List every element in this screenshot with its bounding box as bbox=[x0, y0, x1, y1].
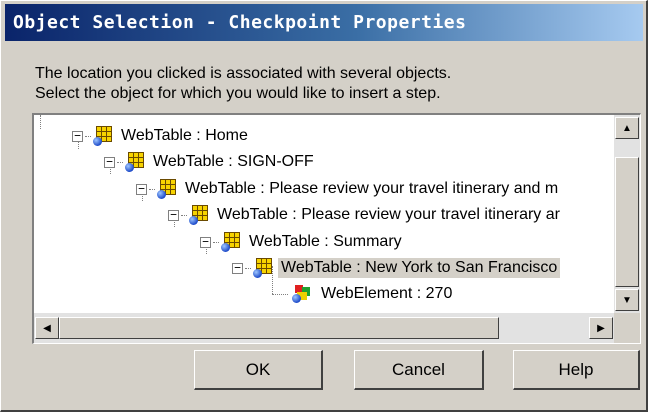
tree-node-webtable-home[interactable]: − WebTable : Home bbox=[72, 123, 251, 149]
instruction-line-1: The location you clicked is associated w… bbox=[35, 65, 452, 82]
collapse-icon[interactable]: − bbox=[200, 236, 211, 248]
tree-node-label-selected: WebTable : New York to San Francisco bbox=[278, 258, 561, 278]
scroll-right-button[interactable]: ▶ bbox=[589, 317, 613, 339]
tree-view: − WebTable : Home − WebTable : SIGN-OFF … bbox=[34, 115, 614, 311]
collapse-icon[interactable]: − bbox=[104, 156, 115, 168]
down-arrow-icon: ▼ bbox=[622, 294, 632, 306]
collapse-icon[interactable]: − bbox=[72, 130, 83, 142]
webelement-icon bbox=[290, 284, 312, 304]
tree-node-label: WebTable : Home bbox=[121, 127, 248, 144]
up-arrow-icon: ▲ bbox=[622, 122, 632, 134]
cancel-button[interactable]: Cancel bbox=[354, 350, 484, 390]
webtable-icon bbox=[93, 126, 113, 146]
horizontal-scroll-thumb[interactable] bbox=[59, 317, 499, 339]
webtable-icon bbox=[253, 258, 273, 278]
left-arrow-icon: ◀ bbox=[43, 322, 51, 334]
collapse-icon[interactable]: − bbox=[136, 183, 147, 195]
help-button[interactable]: Help bbox=[513, 350, 640, 390]
right-arrow-icon: ▶ bbox=[597, 322, 605, 334]
webtable-icon bbox=[221, 232, 241, 252]
webtable-icon bbox=[189, 205, 209, 225]
ok-button[interactable]: OK bbox=[194, 350, 323, 390]
tree-node-webtable-itinerary-1[interactable]: − WebTable : Please review your travel i… bbox=[136, 176, 561, 202]
tree-node-webtable-sign-off[interactable]: − WebTable : SIGN-OFF bbox=[104, 149, 317, 175]
webtable-icon bbox=[157, 179, 177, 199]
tree-node-webtable-new-york[interactable]: − WebTable : New York to San Francisco bbox=[232, 255, 561, 281]
tree-node-label: WebElement : 270 bbox=[321, 285, 453, 302]
webtable-icon bbox=[125, 152, 145, 172]
object-selection-dialog: Object Selection - Checkpoint Properties… bbox=[0, 0, 648, 412]
tree-node-webtable-itinerary-2[interactable]: − WebTable : Please review your travel i… bbox=[168, 202, 563, 228]
tree-node-webelement-270[interactable]: WebElement : 270 bbox=[290, 281, 455, 307]
title-bar[interactable]: Object Selection - Checkpoint Properties bbox=[5, 4, 643, 41]
tree-node-webtable-summary[interactable]: − WebTable : Summary bbox=[200, 229, 405, 255]
tree-node-label: WebTable : Please review your travel iti… bbox=[217, 206, 560, 223]
collapse-icon[interactable]: − bbox=[232, 262, 243, 274]
scroll-down-button[interactable]: ▼ bbox=[615, 289, 639, 311]
scrollbar-corner bbox=[614, 313, 640, 343]
object-tree: − WebTable : Home − WebTable : SIGN-OFF … bbox=[32, 113, 641, 344]
scroll-left-button[interactable]: ◀ bbox=[35, 317, 59, 339]
collapse-icon[interactable]: − bbox=[168, 209, 179, 221]
vertical-scroll-thumb[interactable] bbox=[615, 157, 639, 287]
tree-node-label: WebTable : SIGN-OFF bbox=[153, 153, 314, 170]
horizontal-scrollbar[interactable]: ◀ ▶ bbox=[34, 313, 614, 343]
tree-node-label: WebTable : Please review your travel iti… bbox=[185, 180, 559, 197]
instruction-line-2: Select the object for which you would li… bbox=[35, 85, 441, 102]
scroll-up-button[interactable]: ▲ bbox=[615, 117, 639, 139]
tree-node-label: WebTable : Summary bbox=[249, 233, 402, 250]
vertical-scrollbar[interactable]: ▲ ▼ bbox=[614, 115, 640, 313]
window-title: Object Selection - Checkpoint Properties bbox=[13, 12, 467, 33]
